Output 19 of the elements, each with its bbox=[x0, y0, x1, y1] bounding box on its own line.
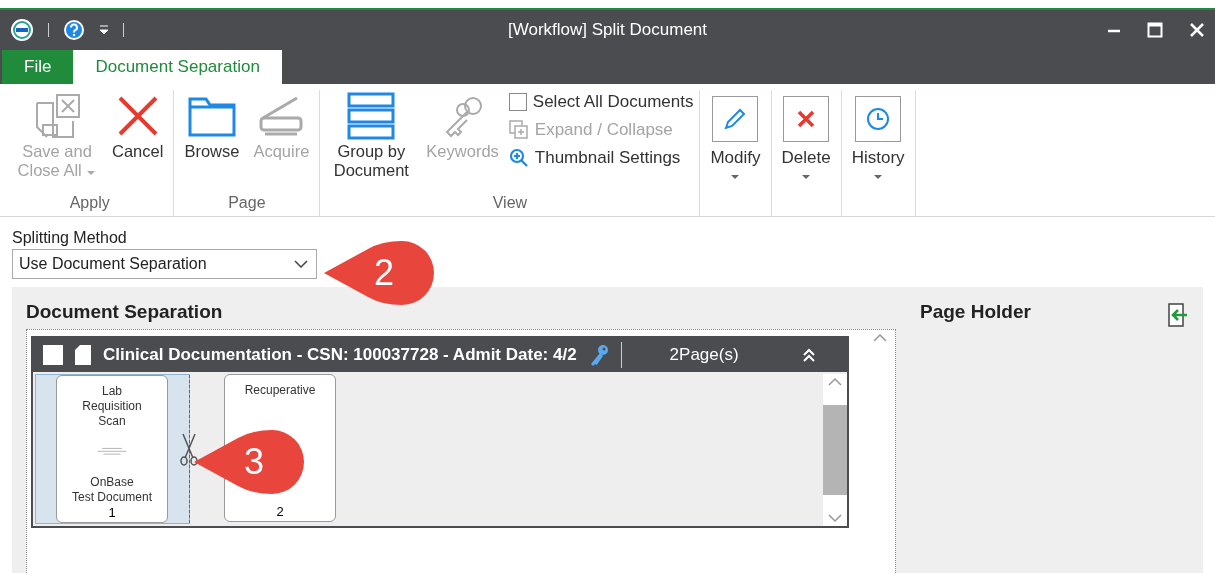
page-count: 2Page(s) bbox=[669, 345, 740, 365]
thumbnail-text: Lab bbox=[102, 384, 122, 399]
thumbnail-text: Scan bbox=[98, 414, 126, 429]
callout-number: 2 bbox=[374, 252, 395, 294]
page-number: 2 bbox=[276, 504, 284, 521]
thumbnail-text: OnBase bbox=[90, 475, 134, 490]
group-label: View bbox=[491, 194, 529, 213]
field-label: Splitting Method bbox=[12, 229, 128, 247]
page-number: 1 bbox=[108, 505, 116, 522]
group-label: Apply bbox=[68, 194, 111, 213]
thumbnail-text: Requisition bbox=[82, 399, 142, 414]
thumbnail-text: Recuperative bbox=[244, 383, 316, 398]
panel-title: Document Separation bbox=[26, 301, 224, 324]
window-title: [Workflow] Split Document bbox=[508, 20, 707, 39]
thumbnail-text: Test Document bbox=[71, 490, 152, 505]
document-title: Clinical Documentation - CSN: 100037728 - Admit Date: 4/2 bbox=[103, 345, 577, 365]
panel-title: Page Holder bbox=[920, 301, 1031, 324]
callout-number: 3 bbox=[244, 441, 265, 483]
group-label: Page bbox=[227, 194, 267, 213]
